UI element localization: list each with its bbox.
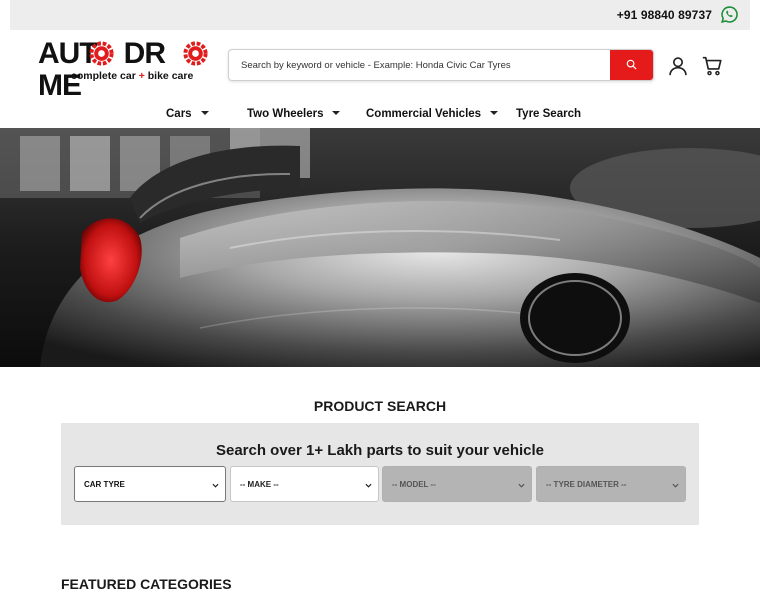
gear-logo-icon (183, 41, 208, 66)
chevron-down-icon (672, 483, 679, 488)
whatsapp-icon[interactable] (721, 6, 738, 23)
cart-icon[interactable] (702, 56, 722, 76)
chevron-down-icon (518, 483, 525, 488)
make-select[interactable]: -- MAKE -- (230, 466, 379, 502)
featured-categories-title: FEATURED CATEGORIES (61, 576, 232, 592)
chevron-down-icon (200, 111, 209, 115)
select-value: -- MAKE -- (240, 480, 279, 489)
search-input[interactable] (229, 50, 610, 80)
product-search-title: PRODUCT SEARCH (313, 398, 447, 414)
hero-banner-image (0, 128, 760, 367)
tyre-type-select[interactable]: CAR TYRE (74, 466, 226, 502)
select-value: -- MODEL -- (392, 480, 436, 489)
gear-logo-icon (89, 41, 114, 66)
product-search-panel: Search over 1+ Lakh parts to suit your v… (61, 423, 699, 525)
nav-item-commercial-vehicles[interactable]: Commercial Vehicles (366, 108, 499, 120)
search-bar (228, 49, 654, 81)
tyre-diameter-select[interactable]: -- TYRE DIAMETER -- (536, 466, 686, 502)
chevron-down-icon (332, 111, 341, 115)
select-value: CAR TYRE (84, 480, 125, 489)
search-button[interactable] (610, 50, 653, 80)
chevron-down-icon (490, 111, 499, 115)
site-logo[interactable]: AUT DRME complete car + bike care (38, 38, 218, 102)
hero-car-illustration (0, 128, 760, 367)
user-icon[interactable] (668, 56, 688, 76)
top-bar: +91 98840 89737 (10, 0, 750, 30)
main-nav: Cars Two Wheelers Commercial Vehicles Ty… (0, 104, 760, 126)
model-select[interactable]: -- MODEL -- (382, 466, 532, 502)
nav-item-tyre-search[interactable]: Tyre Search (516, 108, 581, 120)
logo-tagline: complete car + bike care (71, 70, 194, 82)
select-value: -- TYRE DIAMETER -- (546, 480, 627, 489)
chevron-down-icon (212, 483, 219, 488)
chevron-down-icon (365, 483, 372, 488)
product-search-heading: Search over 1+ Lakh parts to suit your v… (215, 442, 545, 459)
search-icon (626, 59, 637, 70)
phone-number[interactable]: +91 98840 89737 (617, 8, 712, 22)
nav-item-two-wheelers[interactable]: Two Wheelers (247, 108, 341, 120)
nav-item-cars[interactable]: Cars (166, 108, 209, 120)
